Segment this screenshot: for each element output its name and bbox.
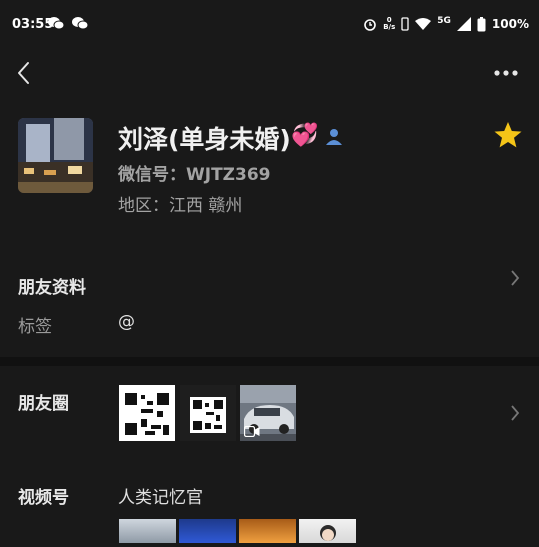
region: 地区：江西 赣州 xyxy=(118,196,243,216)
back-icon[interactable] xyxy=(14,60,34,86)
section-divider xyxy=(0,357,539,366)
channels-thumbnail[interactable] xyxy=(299,519,356,543)
battery-level: 100% xyxy=(491,17,529,31)
avatar-image xyxy=(18,118,93,193)
channels-thumbnail[interactable] xyxy=(119,519,176,543)
moments-label[interactable]: 朋友圈 xyxy=(18,389,69,414)
contact-name: 刘泽(单身未婚) xyxy=(118,125,291,154)
moments-thumbnail[interactable] xyxy=(119,385,175,441)
data-transfer-icon xyxy=(401,17,409,31)
battery-icon xyxy=(477,16,486,31)
video-icon xyxy=(244,426,260,437)
moments-thumbnail[interactable] xyxy=(240,385,296,441)
wechat-id: 微信号：WJTZ369 xyxy=(118,165,271,185)
chevron-right-icon[interactable] xyxy=(509,268,521,288)
qr-code-image xyxy=(119,385,175,441)
status-bar: 03:55 0 B/s 5G 100% xyxy=(0,0,539,48)
chevron-right-icon[interactable] xyxy=(509,403,521,423)
channels-name[interactable]: 人类记忆官 xyxy=(118,483,203,508)
friend-info-label[interactable]: 朋友资料 xyxy=(18,273,86,298)
person-icon xyxy=(326,129,342,145)
avatar[interactable] xyxy=(18,118,93,193)
signal-icon xyxy=(456,17,471,31)
tag-label: 标签 xyxy=(18,317,52,337)
wechat-notification-icon xyxy=(72,17,88,30)
wechat-notification-icon xyxy=(48,17,64,30)
wifi-icon xyxy=(415,18,432,30)
channels-thumbnail[interactable] xyxy=(239,519,296,543)
heart-emoji: 💞 xyxy=(291,123,319,148)
star-icon[interactable] xyxy=(493,120,523,150)
status-icons: 0 B/s 5G 100% xyxy=(363,16,529,32)
more-icon[interactable] xyxy=(493,64,519,82)
tag-value[interactable]: @ xyxy=(118,312,135,332)
moments-thumbnail[interactable] xyxy=(180,385,236,441)
alarm-icon xyxy=(364,19,377,31)
qr-code-image xyxy=(180,385,236,441)
channels-thumbnail[interactable] xyxy=(179,519,236,543)
net-speed: 0 B/s xyxy=(383,16,396,31)
channels-label[interactable]: 视频号 xyxy=(18,483,69,508)
person-photo xyxy=(320,525,336,541)
network-type: 5G xyxy=(437,16,451,26)
